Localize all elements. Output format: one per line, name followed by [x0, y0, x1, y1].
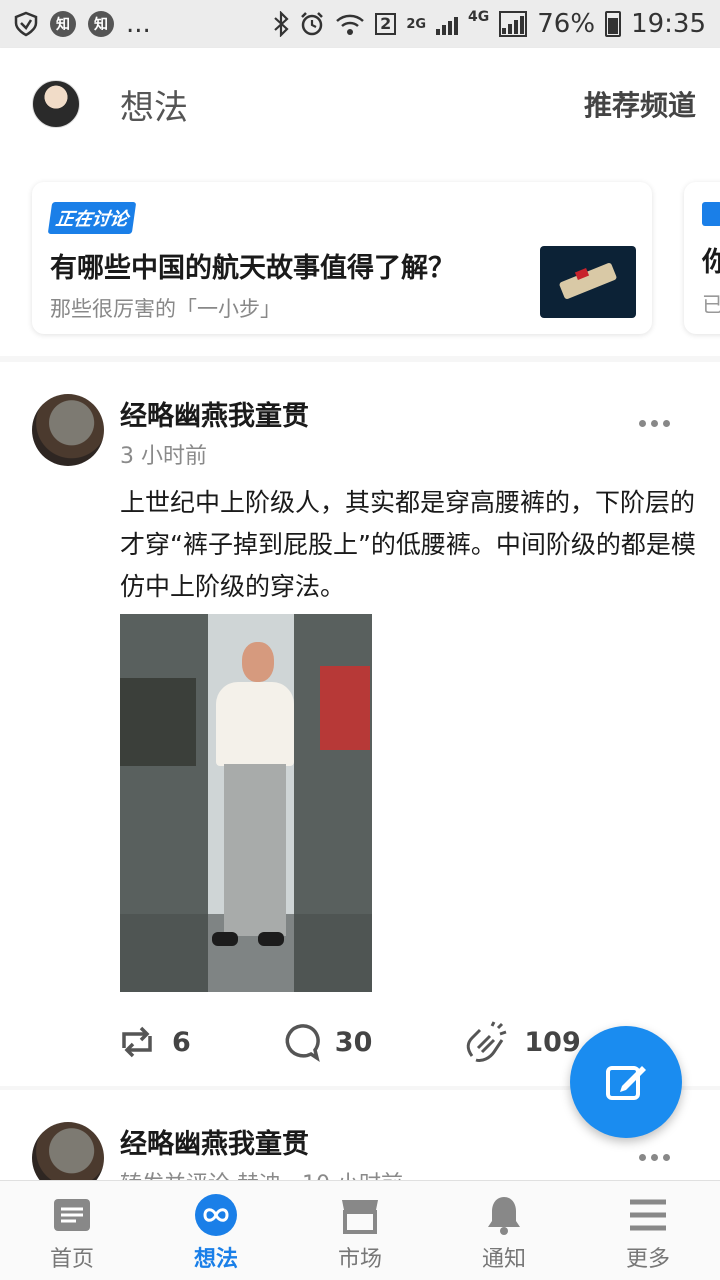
home-feed-icon: [54, 1199, 90, 1231]
nav-notifications[interactable]: 通知: [432, 1181, 576, 1280]
nav-ideas[interactable]: 想法: [144, 1181, 288, 1280]
comment-count: 30: [334, 1026, 373, 1058]
network-2g-label: 2G: [406, 16, 427, 32]
space-station-thumbnail: [540, 246, 636, 318]
nav-market[interactable]: 市场: [288, 1181, 432, 1280]
more-notifications: ...: [126, 9, 151, 39]
network-4g-label: 4G: [468, 9, 490, 25]
comment-icon: [285, 1024, 320, 1062]
clap-count: 109: [524, 1026, 581, 1058]
topic-title-partial: 你: [702, 247, 720, 278]
sim-badge: 2: [375, 13, 397, 35]
status-bar: 知 知 ... 2 2G 4G 76% 19:35: [0, 0, 720, 48]
nav-notifications-label: 通知: [481, 1247, 526, 1272]
zhihu-notification-icon: 知: [50, 11, 76, 37]
comment-button[interactable]: 30: [281, 1022, 373, 1062]
discussing-badge-partial: [702, 202, 720, 226]
nav-ideas-label: 想法: [193, 1247, 238, 1272]
discussing-badge: 正在讨论: [47, 202, 137, 234]
applaud-button[interactable]: 109: [462, 1020, 581, 1064]
author-name[interactable]: 经略幽燕我童贯: [120, 394, 309, 433]
author-avatar[interactable]: [32, 394, 104, 466]
repost-button[interactable]: 6: [116, 1022, 191, 1062]
post-image[interactable]: [120, 614, 372, 992]
alarm-icon: [301, 12, 324, 36]
author-avatar[interactable]: [32, 1122, 104, 1180]
post-time: 3 小时前: [120, 444, 207, 469]
signal-icon-2: [499, 11, 528, 37]
battery-icon: [605, 11, 622, 37]
repost-count: 6: [172, 1026, 191, 1058]
topic-carousel[interactable]: 正在讨论 有哪些中国的航天故事值得了解？ 那些很厉害的「一小步」 你 已: [0, 160, 720, 356]
nav-home-label: 首页: [49, 1247, 94, 1272]
author-name[interactable]: 经略幽燕我童贯: [120, 1122, 309, 1161]
nav-market-label: 市场: [337, 1247, 382, 1272]
nav-more-label: 更多: [625, 1247, 670, 1272]
bluetooth-icon: [274, 11, 289, 37]
nav-home[interactable]: 首页: [0, 1181, 144, 1280]
clap-icon: [467, 1021, 507, 1062]
bell-icon: [488, 1197, 520, 1235]
more-options-icon[interactable]: [639, 420, 670, 427]
post-text[interactable]: 上世纪中上阶级人，其实都是穿高腰裤的，下阶层的才穿“裤子掉到屁股上”的低腰裤。中…: [120, 482, 700, 608]
battery-percent: 76%: [537, 9, 596, 39]
recommended-channels-button[interactable]: 推荐频道: [584, 84, 696, 124]
wifi-icon: [336, 14, 365, 35]
app-header: 想法 推荐频道: [0, 48, 720, 160]
page-title: 想法: [120, 87, 188, 128]
post-meta: 转发并评论 赫迪 · 10 小时前: [120, 1166, 403, 1180]
topic-card-next[interactable]: 你 已: [684, 182, 720, 334]
signal-icon: [436, 13, 459, 35]
topic-card[interactable]: 正在讨论 有哪些中国的航天故事值得了解？ 那些很厉害的「一小步」: [32, 182, 652, 334]
more-options-icon[interactable]: [639, 1154, 670, 1161]
repost-icon: [122, 1026, 152, 1058]
store-icon: [342, 1200, 378, 1234]
shield-icon: [14, 11, 38, 37]
ideas-icon: [195, 1194, 237, 1236]
compose-button[interactable]: [570, 1026, 682, 1138]
topic-subtitle-partial: 已: [702, 293, 720, 317]
zhihu-notification-icon: 知: [88, 11, 114, 37]
post-actions: 6 30 109: [116, 1020, 581, 1064]
feed-post[interactable]: 经略幽燕我童贯 3 小时前 上世纪中上阶级人，其实都是穿高腰裤的，下阶层的才穿“…: [0, 362, 720, 1086]
menu-icon: [630, 1199, 666, 1231]
nav-more[interactable]: 更多: [576, 1181, 720, 1280]
user-avatar[interactable]: [32, 80, 80, 128]
edit-icon: [606, 1066, 646, 1100]
bottom-navigation: 首页 想法 市场 通知 更多: [0, 1180, 720, 1280]
clock: 19:35: [631, 9, 706, 39]
